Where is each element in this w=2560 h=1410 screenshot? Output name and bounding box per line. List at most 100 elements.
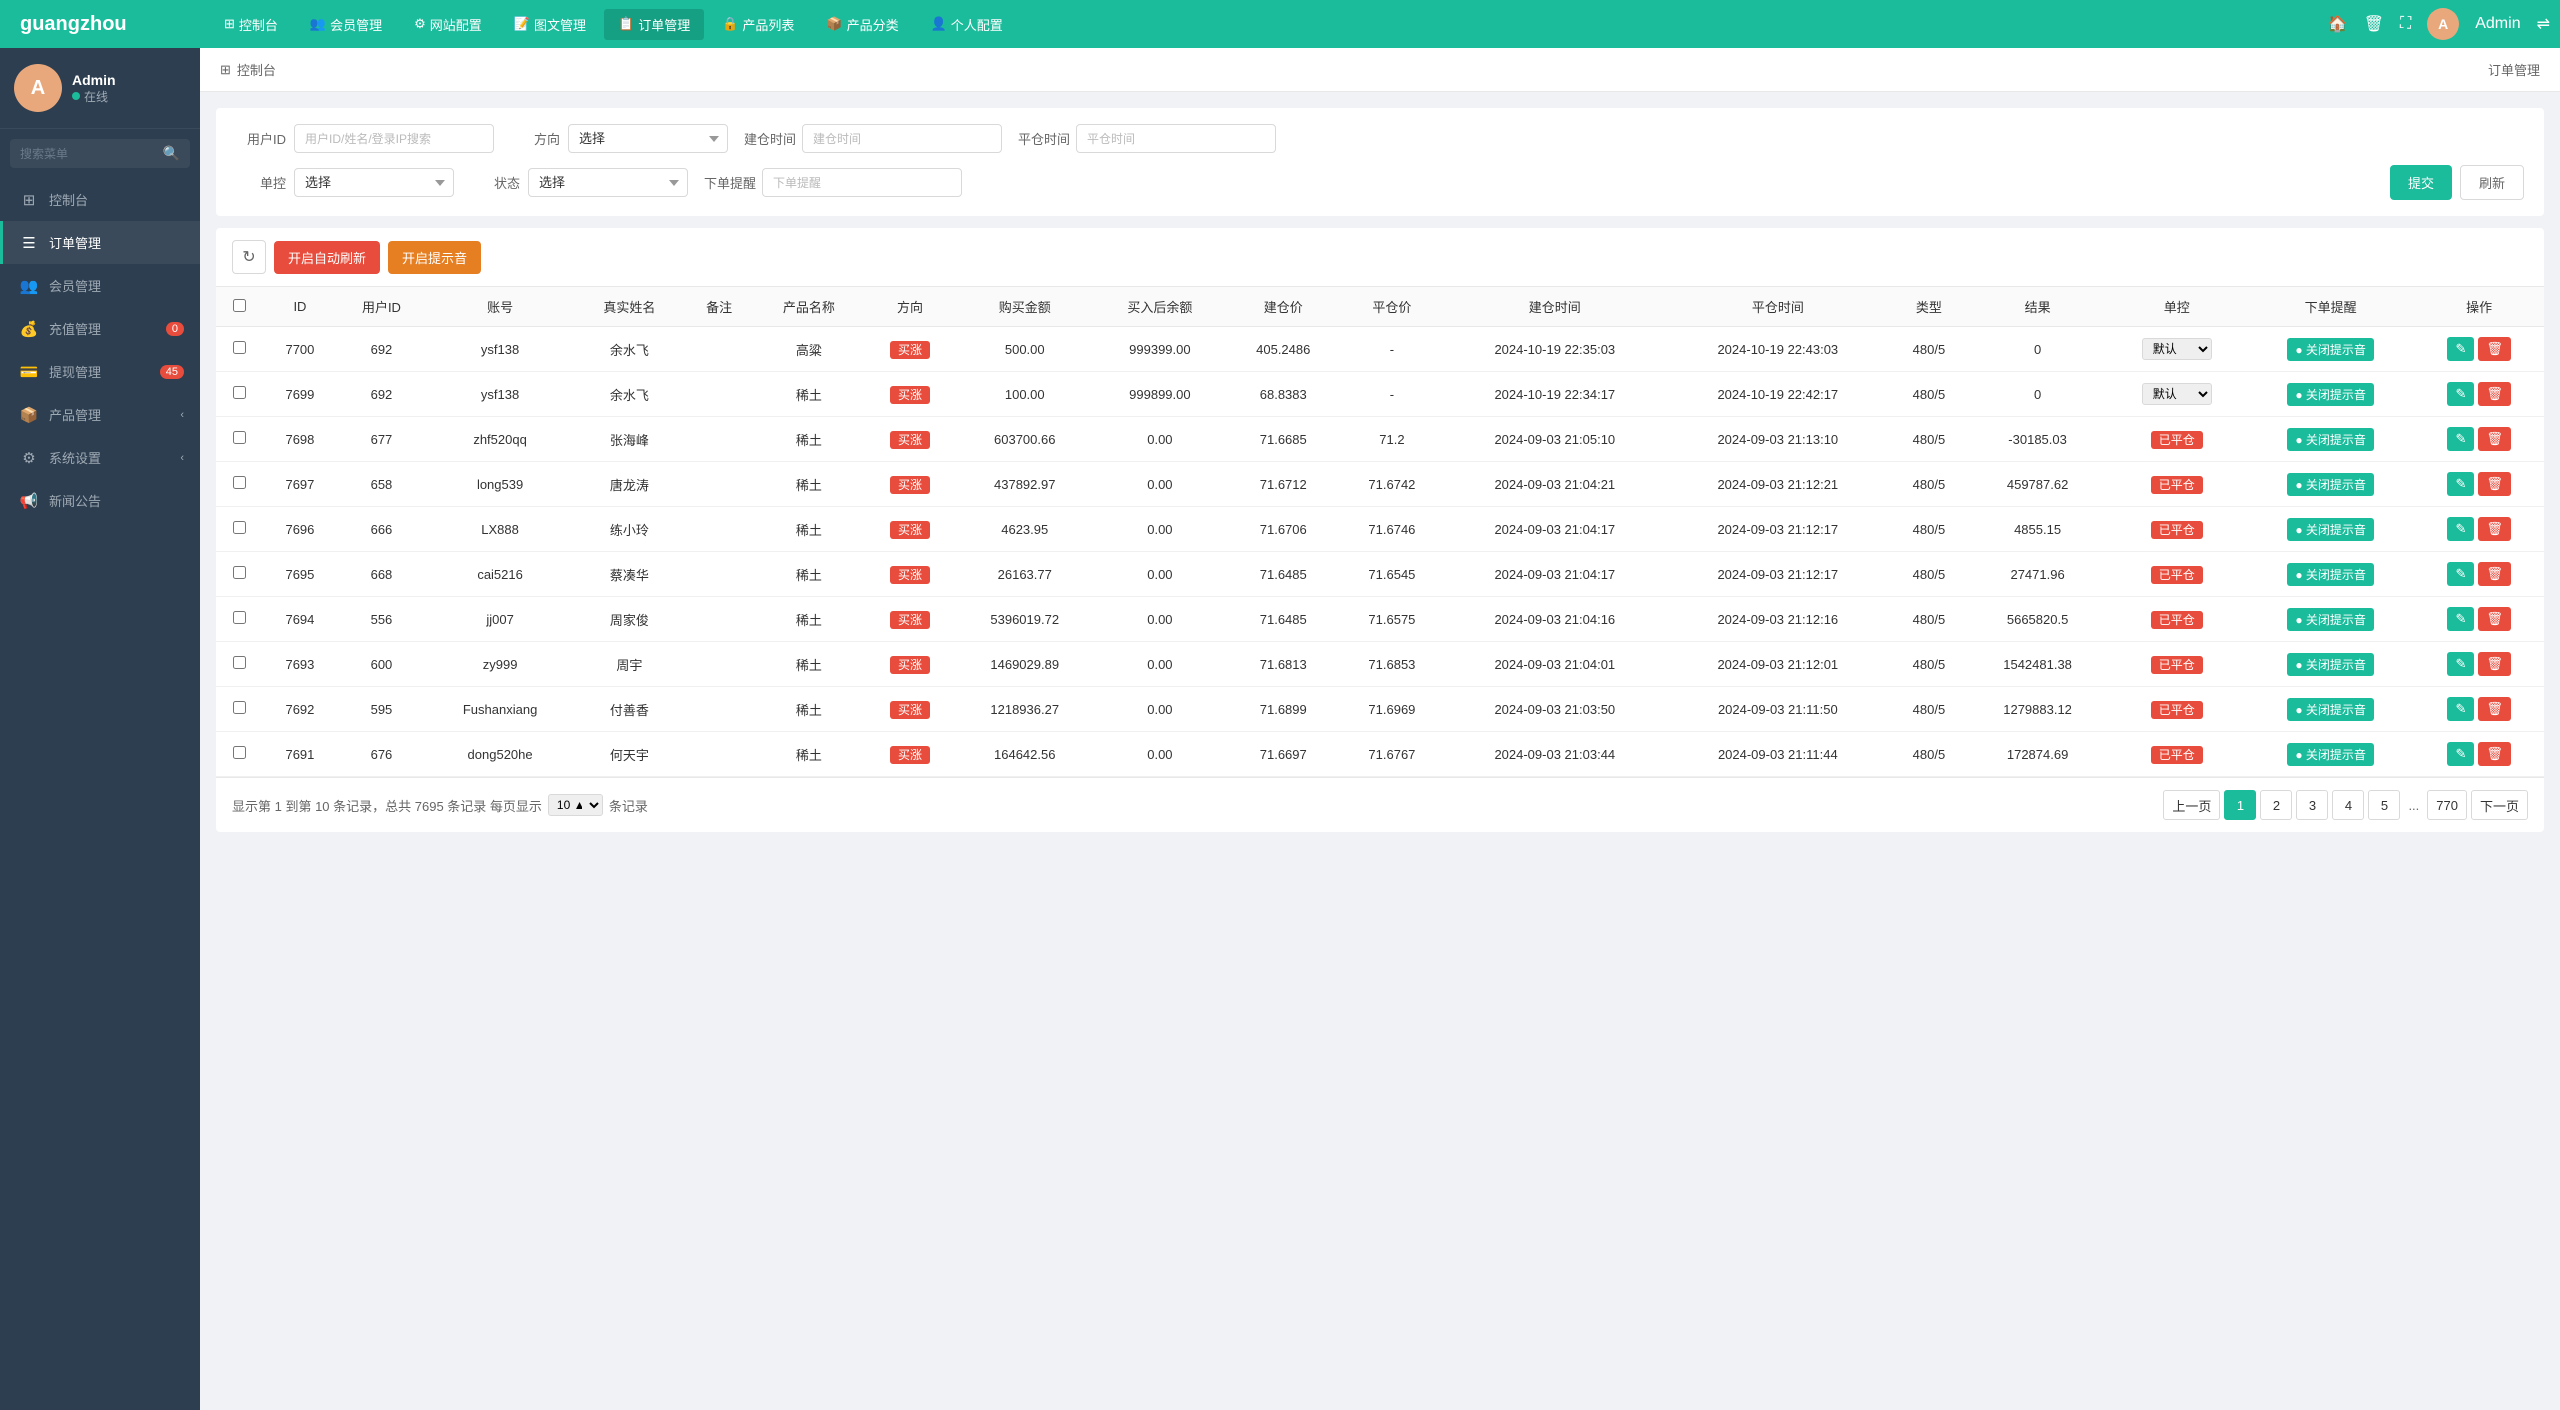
edit-button[interactable]: ✎ [2447,607,2474,631]
row-checkbox[interactable] [216,507,263,552]
nav-item-products[interactable]: 🔒 产品列表 [708,9,808,40]
sidebar-search[interactable]: 🔍 [10,139,190,168]
row-checkbox[interactable] [216,597,263,642]
edit-button[interactable]: ✎ [2447,742,2474,766]
nav-item-dashboard[interactable]: ⊞ 控制台 [210,9,292,40]
nav-item-site-config[interactable]: ⚙ 网站配置 [400,9,496,40]
row-real-name: 余水飞 [574,372,685,417]
delete-button[interactable]: 🗑 [2478,652,2511,676]
edit-button[interactable]: ✎ [2447,652,2474,676]
next-page-button[interactable]: 下一页 [2471,790,2528,820]
single-select-row[interactable]: 默认 [2142,383,2212,405]
edit-button[interactable]: ✎ [2447,382,2474,406]
nav-item-personal[interactable]: 👤 个人配置 [917,9,1017,40]
row-checkbox[interactable] [216,417,263,462]
refresh-icon-button[interactable]: ↻ [232,240,266,274]
delete-button[interactable]: 🗑 [2478,337,2511,361]
row-select-checkbox[interactable] [233,476,246,489]
alert-button[interactable]: 开启提示音 [388,241,481,274]
row-select-checkbox[interactable] [233,566,246,579]
delete-button[interactable]: 🗑 [2478,562,2511,586]
row-select-checkbox[interactable] [233,611,246,624]
close-alert-button[interactable]: ● 关闭提示音 [2287,338,2374,361]
close-alert-button[interactable]: ● 关闭提示音 [2287,653,2374,676]
fullscreen-icon[interactable]: ⛶ [2400,15,2411,33]
page-770-button[interactable]: 770 [2427,790,2467,820]
delete-button[interactable]: 🗑 [2478,382,2511,406]
row-select-checkbox[interactable] [233,341,246,354]
home-icon[interactable]: 🏠 [2328,14,2348,34]
close-time-input[interactable] [1076,124,1276,153]
status-select[interactable]: 选择 [528,168,688,197]
sidebar-item-products[interactable]: 📦 产品管理 ‹ [0,393,200,436]
nav-item-categories[interactable]: 📦 产品分类 [812,9,912,40]
order-reminder-input[interactable] [762,168,962,197]
row-checkbox[interactable] [216,462,263,507]
user-id-input[interactable] [294,124,494,153]
delete-button[interactable]: 🗑 [2478,427,2511,451]
row-select-checkbox[interactable] [233,701,246,714]
sidebar-item-orders[interactable]: ☰ 订单管理 [0,221,200,264]
edit-button[interactable]: ✎ [2447,697,2474,721]
single-select-row[interactable]: 默认 [2142,338,2212,360]
nav-item-orders[interactable]: 📋 订单管理 [604,9,704,40]
select-all-checkbox[interactable] [233,299,246,312]
share-icon[interactable]: ⇌ [2537,14,2550,34]
trash-icon[interactable]: 🗑 [2364,14,2384,34]
row-checkbox[interactable] [216,687,263,732]
delete-button[interactable]: 🗑 [2478,517,2511,541]
row-select-checkbox[interactable] [233,656,246,669]
open-time-input[interactable] [802,124,1002,153]
sidebar-dashboard-label: 控制台 [49,190,88,209]
row-select-checkbox[interactable] [233,431,246,444]
delete-button[interactable]: 🗑 [2478,697,2511,721]
close-alert-button[interactable]: ● 关闭提示音 [2287,428,2374,451]
row-checkbox[interactable] [216,642,263,687]
delete-button[interactable]: 🗑 [2478,742,2511,766]
delete-button[interactable]: 🗑 [2478,607,2511,631]
auto-refresh-button[interactable]: 开启自动刷新 [274,241,380,274]
sidebar-item-recharge[interactable]: 💰 充值管理 0 [0,307,200,350]
row-checkbox[interactable] [216,372,263,417]
edit-button[interactable]: ✎ [2447,337,2474,361]
row-checkbox[interactable] [216,327,263,372]
sidebar-item-settings[interactable]: ⚙ 系统设置 ‹ [0,436,200,479]
close-alert-button[interactable]: ● 关闭提示音 [2287,698,2374,721]
page-3-button[interactable]: 3 [2296,790,2328,820]
sidebar-username: Admin [72,72,116,88]
close-alert-button[interactable]: ● 关闭提示音 [2287,743,2374,766]
page-1-button[interactable]: 1 [2224,790,2256,820]
edit-button[interactable]: ✎ [2447,562,2474,586]
close-alert-button[interactable]: ● 关闭提示音 [2287,383,2374,406]
nav-item-members[interactable]: 👥 会员管理 [296,9,396,40]
edit-button[interactable]: ✎ [2447,517,2474,541]
page-4-button[interactable]: 4 [2332,790,2364,820]
close-alert-button[interactable]: ● 关闭提示音 [2287,518,2374,541]
sidebar-item-members[interactable]: 👥 会员管理 [0,264,200,307]
row-checkbox[interactable] [216,552,263,597]
close-alert-button[interactable]: ● 关闭提示音 [2287,608,2374,631]
page-size-select[interactable]: 10 ▲ 20 50 [548,794,603,816]
refresh-button[interactable]: 刷新 [2460,165,2524,200]
col-single: 单控 [2107,287,2247,327]
submit-button[interactable]: 提交 [2390,165,2452,200]
prev-page-button[interactable]: 上一页 [2163,790,2220,820]
sidebar-item-dashboard[interactable]: ⊞ 控制台 [0,178,200,221]
edit-button[interactable]: ✎ [2447,472,2474,496]
page-5-button[interactable]: 5 [2368,790,2400,820]
row-select-checkbox[interactable] [233,746,246,759]
row-checkbox[interactable] [216,732,263,777]
page-2-button[interactable]: 2 [2260,790,2292,820]
nav-item-content[interactable]: 📝 图文管理 [500,9,600,40]
close-alert-button[interactable]: ● 关闭提示音 [2287,563,2374,586]
sidebar-item-news[interactable]: 📢 新闻公告 [0,479,200,522]
delete-button[interactable]: 🗑 [2478,472,2511,496]
sidebar-search-input[interactable] [20,147,157,161]
sidebar-item-withdrawal[interactable]: 💳 提现管理 45 [0,350,200,393]
row-select-checkbox[interactable] [233,521,246,534]
close-alert-button[interactable]: ● 关闭提示音 [2287,473,2374,496]
edit-button[interactable]: ✎ [2447,427,2474,451]
row-select-checkbox[interactable] [233,386,246,399]
direction-select[interactable]: 选择 买涨 买跌 [568,124,728,153]
single-select[interactable]: 选择 [294,168,454,197]
